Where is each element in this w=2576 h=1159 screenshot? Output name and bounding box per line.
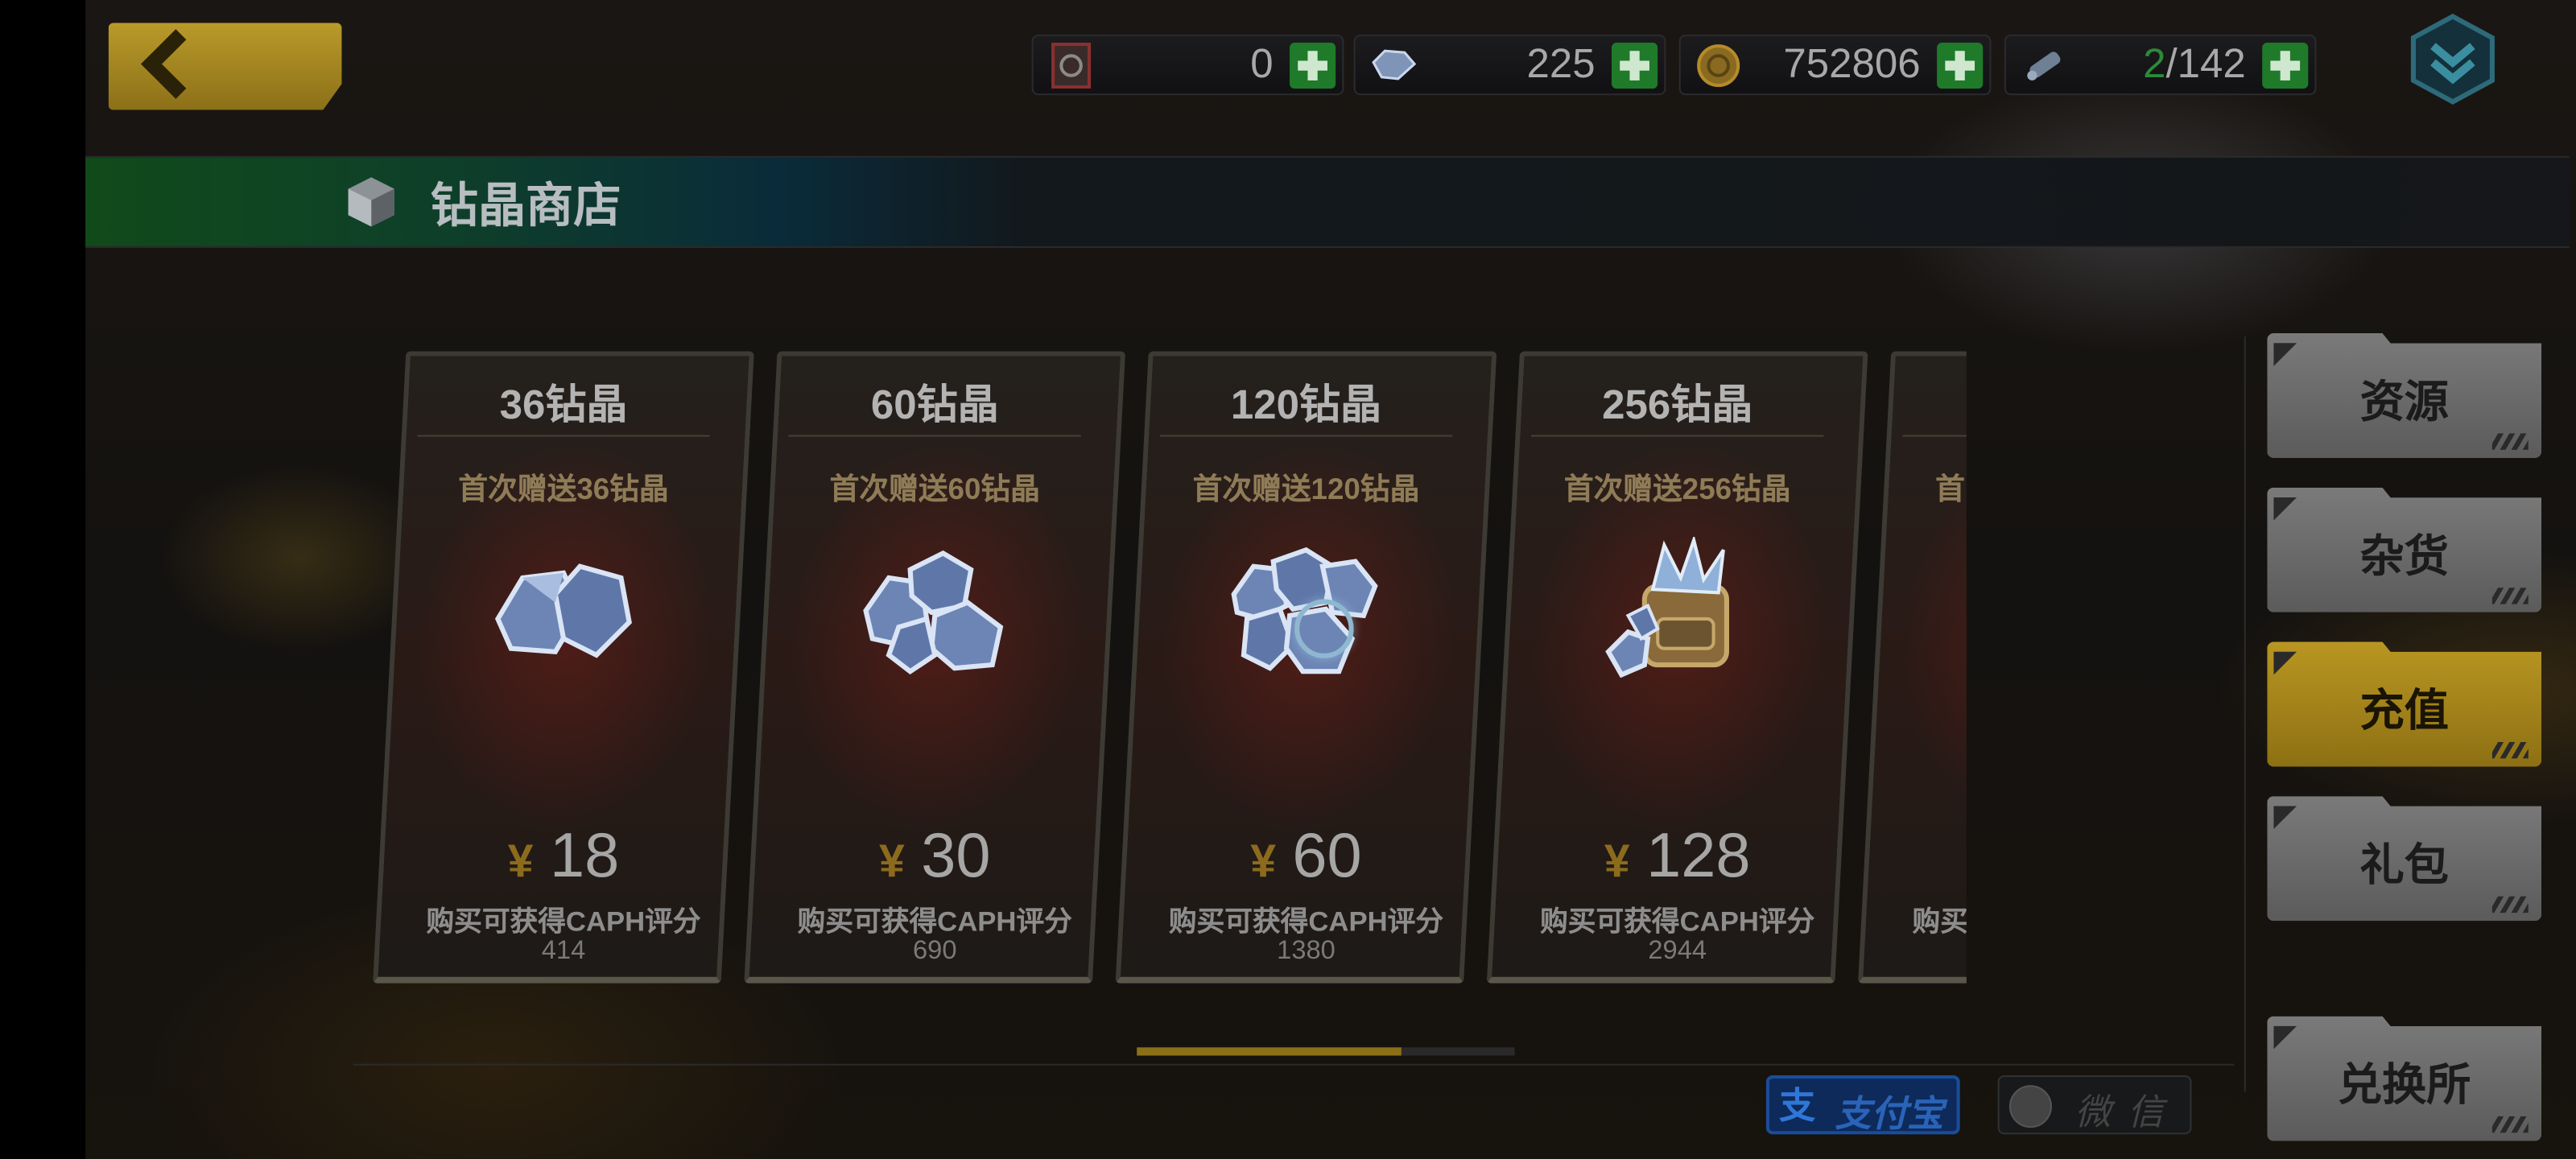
product-card[interactable]: 120钻晶 首次赠送120钻晶 ¥60 购买可获得CAPH评分 1380 <box>1115 351 1497 984</box>
gem-backpack-icon <box>1605 536 1729 678</box>
card-amount: 60钻晶 <box>870 382 999 429</box>
product-card[interactable]: 36钻晶 首次赠送36钻晶 ¥18 购买可获得CAPH评分 414 <box>373 351 754 984</box>
cube-icon <box>348 177 394 227</box>
corner-mark <box>2273 343 2297 366</box>
product-list: 36钻晶 首次赠送36钻晶 ¥18 购买可获得CAPH评分 414 60钻晶 首… <box>353 344 1967 993</box>
add-badge-button[interactable] <box>1290 43 1336 89</box>
card-score: 1380 <box>1277 937 1335 966</box>
card-score: 2944 <box>1648 937 1707 966</box>
diamond-count: 225 <box>1526 40 1596 88</box>
product-card[interactable]: 256钻晶 首次赠送256钻晶 ¥128 购买可获得CAPH评分 2944 <box>1486 351 1868 984</box>
card-divider <box>1902 435 1967 437</box>
corner-mark <box>2273 806 2297 830</box>
card-price: ¥60 <box>1250 822 1362 892</box>
resource-badge: 0 <box>1031 34 1344 96</box>
stripe-decor <box>2491 741 2529 759</box>
badge-count: 0 <box>1250 40 1274 88</box>
card-desc: 购买可获得CAPH评分 <box>1168 905 1444 938</box>
side-tab-recharge[interactable]: 充值 <box>2267 641 2542 767</box>
coin-count: 752806 <box>1783 40 1921 88</box>
side-tab-resources[interactable]: 资源 <box>2267 333 2542 459</box>
resource-coin: 752806 <box>1678 34 1992 96</box>
card-divider <box>417 435 710 437</box>
card-amount: 256钻晶 <box>1602 382 1753 429</box>
card-price: ¥128 <box>1604 822 1751 892</box>
wechat-pay-button[interactable]: 微信 <box>1997 1075 2192 1135</box>
side-tab-exchange[interactable]: 兑换所 <box>2267 1016 2542 1141</box>
divider <box>353 1063 2235 1066</box>
alipay-button[interactable]: 支 支付宝 <box>1765 1075 1960 1135</box>
card-bonus: 首次赠送256钻晶 <box>1563 472 1791 506</box>
card-amount: 36钻晶 <box>499 382 628 429</box>
card-desc: 购买可获得CAPH评分 <box>426 905 701 938</box>
side-divider <box>2244 336 2246 1092</box>
side-tab-label: 杂货 <box>2359 531 2449 582</box>
chevron-left-icon <box>141 29 211 99</box>
product-card[interactable]: 60钻晶 首次赠送60钻晶 ¥30 购买可获得CAPH评分 690 <box>744 351 1126 984</box>
badge-icon <box>1051 43 1092 89</box>
back-button[interactable] <box>108 23 342 110</box>
card-desc: 购买可获得CAPH评分 <box>1540 905 1815 938</box>
card-desc: 购买可 <box>1912 905 1967 938</box>
side-tab-label: 充值 <box>2359 686 2449 736</box>
alipay-icon: 支 <box>1779 1085 1816 1127</box>
corner-mark <box>2273 651 2297 675</box>
page-title: 钻晶商店 <box>430 180 621 233</box>
card-desc: 购买可获得CAPH评分 <box>797 905 1072 938</box>
gem-pile-icon <box>494 563 632 658</box>
corner-mark <box>2273 497 2297 521</box>
loading-spinner <box>1294 599 1354 658</box>
coin-icon <box>1697 44 1740 88</box>
card-price: ¥18 <box>507 822 620 892</box>
side-tab-label: 资源 <box>2359 377 2449 427</box>
scroll-indicator <box>1137 1047 1515 1056</box>
stripe-decor <box>2491 896 2529 914</box>
resource-diamond: 225 <box>1353 34 1666 96</box>
gem-pile-icon <box>863 550 1004 674</box>
card-price: ¥30 <box>879 822 991 892</box>
stamina-count: 2/142 <box>2143 40 2246 88</box>
resource-stamina: 2/142 <box>2004 34 2317 96</box>
card-score: 414 <box>541 937 586 966</box>
card-bonus: 首次赠送60钻晶 <box>829 472 1040 506</box>
stamina-icon <box>2027 52 2061 80</box>
stripe-decor <box>2491 588 2529 604</box>
scroll-thumb <box>1137 1047 1402 1056</box>
card-divider <box>1159 435 1453 437</box>
side-tab-label: 礼包 <box>2359 840 2449 890</box>
menu-toggle-icon[interactable] <box>2409 13 2497 105</box>
add-coin-button[interactable] <box>1937 43 1984 89</box>
card-divider <box>788 435 1081 437</box>
add-diamond-button[interactable] <box>1612 43 1658 89</box>
product-card[interactable]: 首 购买可 <box>1857 351 1967 984</box>
wechat-icon <box>2008 1085 2052 1128</box>
card-bonus: 首 <box>1935 472 1965 506</box>
card-divider <box>1531 435 1824 437</box>
side-tab-gift[interactable]: 礼包 <box>2267 796 2542 922</box>
card-amount: 120钻晶 <box>1230 382 1382 429</box>
stripe-decor <box>2491 433 2529 450</box>
stripe-decor <box>2491 1116 2529 1133</box>
add-stamina-button[interactable] <box>2262 43 2309 89</box>
card-bonus: 首次赠送36钻晶 <box>458 472 669 506</box>
side-tab-goods[interactable]: 杂货 <box>2267 487 2542 612</box>
wechat-label: 微信 <box>2074 1091 2181 1133</box>
corner-mark <box>2273 1025 2297 1050</box>
card-score: 690 <box>913 937 957 966</box>
card-bonus: 首次赠送120钻晶 <box>1192 472 1420 506</box>
alipay-label: 支付宝 <box>1835 1093 1944 1135</box>
side-tab-label: 兑换所 <box>2338 1060 2471 1110</box>
diamond-icon <box>1372 49 1417 80</box>
